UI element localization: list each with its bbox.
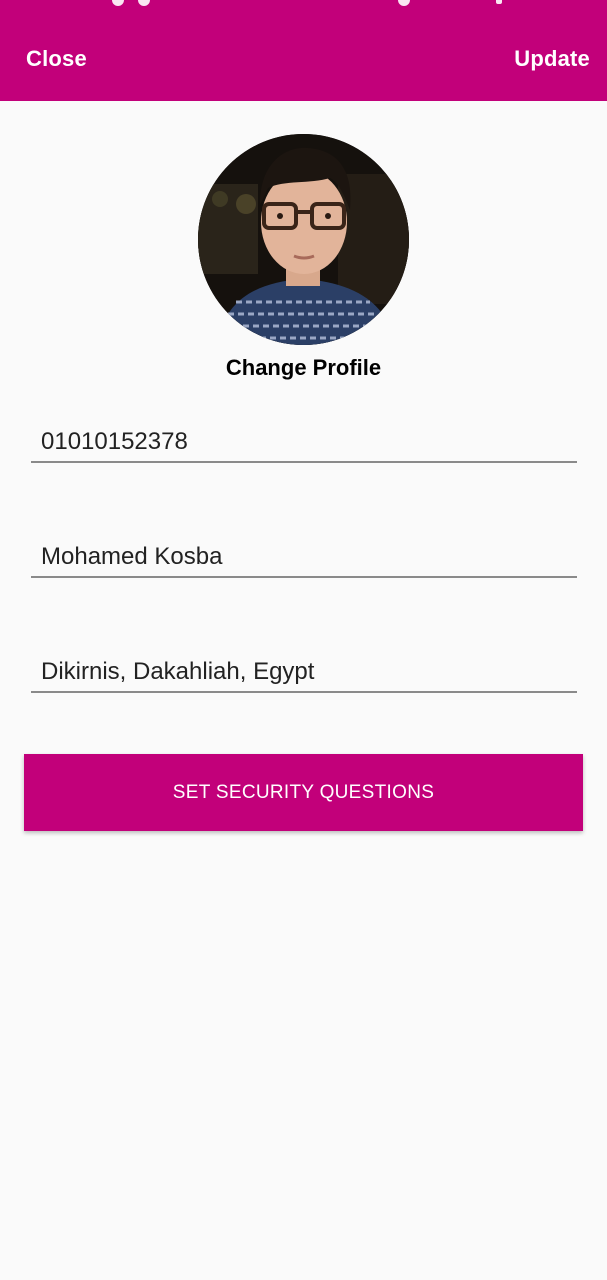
app-bar: Close Update [0, 0, 607, 101]
set-security-questions-button[interactable]: SET SECURITY QUESTIONS [24, 754, 583, 831]
close-button[interactable]: Close [26, 46, 87, 72]
name-input[interactable] [41, 538, 567, 576]
profile-photo [198, 134, 409, 345]
change-profile-link[interactable]: Change Profile [0, 355, 607, 381]
status-bar-icons [0, 0, 607, 8]
update-button[interactable]: Update [514, 46, 590, 72]
phone-input[interactable] [41, 423, 567, 461]
name-field [31, 536, 577, 578]
address-input[interactable] [41, 653, 567, 691]
profile-avatar[interactable] [198, 134, 409, 345]
address-field [31, 651, 577, 693]
phone-field [31, 421, 577, 463]
